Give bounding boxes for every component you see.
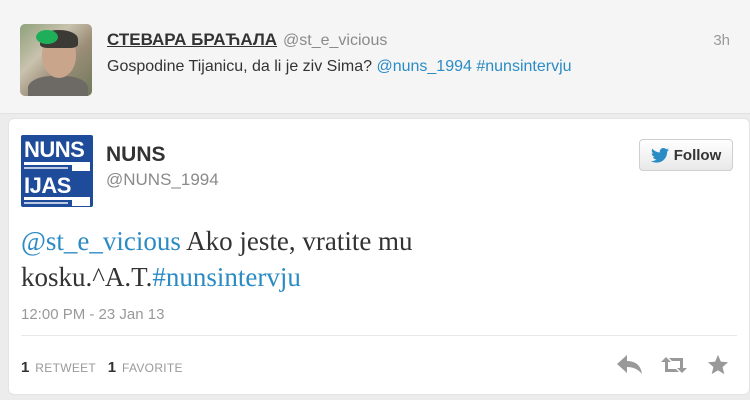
- favorite-stat[interactable]: 1 FAVORITE: [107, 359, 183, 376]
- reply-text: Gospodine Tijanicu, da li je ziv Sima? @…: [107, 58, 572, 76]
- reply-mention-link[interactable]: @nuns_1994: [376, 58, 471, 75]
- avatar-mark: [36, 30, 58, 44]
- retweet-count: 1: [21, 359, 30, 376]
- logo-bottom-text: IJAS: [24, 173, 71, 198]
- logo-line: [24, 202, 68, 204]
- main-mention-link[interactable]: @st_e_vicious: [21, 226, 181, 256]
- reply-icon: [617, 355, 642, 374]
- favorite-stat-label: FAVORITE: [122, 361, 183, 375]
- main-author-name[interactable]: NUNS: [106, 143, 166, 167]
- logo-tag: [72, 164, 90, 171]
- main-author-handle[interactable]: @NUNS_1994: [106, 170, 219, 190]
- reply-timestamp[interactable]: 3h: [713, 32, 730, 49]
- nuns-logo-avatar[interactable]: NUNS IJAS: [21, 135, 93, 207]
- reply-hashtag-link[interactable]: #nunsintervju: [476, 58, 571, 75]
- logo-tag: [72, 199, 90, 206]
- tweet-actions: [615, 353, 733, 377]
- main-tweet-text: @st_e_vicious Ako jeste, vratite mu kosk…: [21, 223, 621, 295]
- follow-button[interactable]: Follow: [639, 139, 733, 171]
- retweet-stat-label: RETWEET: [35, 361, 97, 375]
- avatar-shirt: [28, 76, 88, 96]
- logo-line: [24, 167, 68, 169]
- divider: [21, 335, 737, 336]
- tweet-date[interactable]: 12:00 PM - 23 Jan 13: [21, 306, 164, 323]
- twitter-bird-icon: [650, 147, 669, 163]
- logo-top-text: NUNS: [24, 137, 85, 162]
- reply-avatar[interactable]: [20, 24, 92, 96]
- favorite-count: 1: [107, 359, 117, 376]
- star-icon: [707, 354, 729, 375]
- reply-text-plain: Gospodine Tijanicu, da li je ziv Sima?: [107, 58, 377, 75]
- retweet-icon: [661, 357, 687, 373]
- favorite-button[interactable]: [703, 353, 733, 377]
- tweet-stats: 1 RETWEET 1 FAVORITE: [21, 359, 191, 376]
- main-hashtag-link[interactable]: #nunsintervju: [152, 262, 301, 292]
- reply-header: СТЕВАРА БРАЋАЛА @st_e_vicious: [107, 30, 387, 50]
- retweet-button[interactable]: [659, 353, 689, 377]
- retweet-stat[interactable]: 1 RETWEET: [21, 359, 97, 376]
- main-tweet-card: NUNS IJAS NUNS @NUNS_1994 Follow @st_e_v…: [8, 118, 750, 395]
- reply-author-name[interactable]: СТЕВАРА БРАЋАЛА: [107, 30, 277, 49]
- reply-tweet: СТЕВАРА БРАЋАЛА @st_e_vicious 3h Gospodin…: [0, 0, 750, 114]
- reply-button[interactable]: [615, 353, 645, 377]
- follow-label: Follow: [673, 146, 722, 164]
- reply-author-handle[interactable]: @st_e_vicious: [283, 32, 387, 49]
